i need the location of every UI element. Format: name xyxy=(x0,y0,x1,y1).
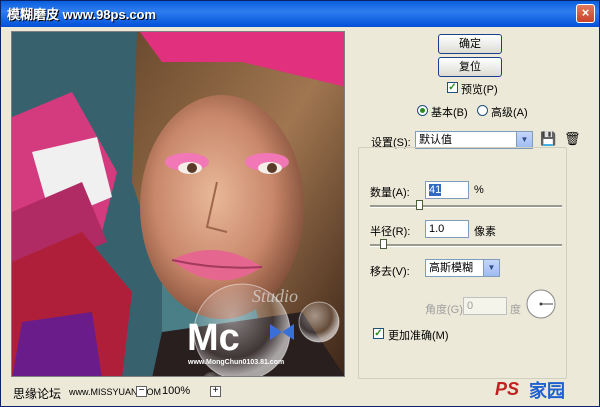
dialog-window: 模糊磨皮 www.98ps.com × Mc Studio www.MongCh… xyxy=(0,0,600,407)
advanced-label: 高级(A) xyxy=(491,107,528,119)
preview-checkbox[interactable]: ✓ xyxy=(447,82,458,93)
chevron-down-icon: ▼ xyxy=(516,132,532,148)
amount-label: 数量(A): xyxy=(370,187,410,199)
radius-input[interactable]: 1.0 xyxy=(425,220,469,238)
reset-button[interactable]: 复位 xyxy=(438,57,502,77)
zoom-in-button[interactable]: + xyxy=(210,386,221,397)
remove-label: 移去(V): xyxy=(370,266,410,278)
radius-unit: 像素 xyxy=(474,226,496,238)
ok-button[interactable]: 确定 xyxy=(438,34,502,54)
site-watermark: www.MISSYUAN.COM xyxy=(69,387,162,397)
settings-value: 默认值 xyxy=(419,134,452,146)
close-button[interactable]: × xyxy=(576,4,595,23)
amount-slider-thumb[interactable] xyxy=(416,200,423,210)
more-accurate-checkbox[interactable]: ✓ xyxy=(373,328,384,339)
watermark-logo-sub: Studio xyxy=(252,286,298,306)
basic-radio[interactable] xyxy=(417,105,428,116)
radius-slider-track[interactable] xyxy=(370,244,562,247)
trash-icon[interactable]: 🗑 xyxy=(564,131,581,147)
amount-value: 41 xyxy=(429,184,442,196)
more-accurate-label: 更加准确(M) xyxy=(388,330,449,342)
watermark-logo-url: www.MongChun0103.81.com xyxy=(187,359,284,366)
title-bar[interactable]: 模糊磨皮 www.98ps.com × xyxy=(1,1,599,27)
preview-label: 预览(P) xyxy=(461,84,498,96)
watermark-logo-main: Mc xyxy=(187,317,240,359)
amount-input[interactable]: 41 xyxy=(425,181,469,199)
preview-image[interactable]: Mc Studio www.MongChun0103.81.com xyxy=(11,31,345,377)
remove-select[interactable]: 高斯模糊 ▼ xyxy=(425,259,500,277)
close-icon: × xyxy=(581,5,590,20)
portrait-illustration: Mc Studio www.MongChun0103.81.com xyxy=(12,32,344,376)
remove-value: 高斯模糊 xyxy=(429,262,473,274)
radius-label: 半径(R): xyxy=(370,226,411,238)
angle-unit: 度 xyxy=(510,304,521,316)
window-title: 模糊磨皮 www.98ps.com xyxy=(7,7,157,22)
zoom-level: 100% xyxy=(162,385,191,397)
angle-label: 角度(G): xyxy=(425,304,466,316)
advanced-radio[interactable] xyxy=(477,105,488,116)
amount-unit: % xyxy=(474,184,484,196)
angle-input[interactable]: 0 xyxy=(463,297,507,315)
ps-brand: PS xyxy=(495,379,520,399)
amount-slider-track[interactable] xyxy=(370,205,562,208)
basic-label: 基本(B) xyxy=(431,107,468,119)
ps-suffix: 家园 xyxy=(529,381,565,401)
chevron-down-icon: ▼ xyxy=(483,260,499,276)
zoom-out-button[interactable]: − xyxy=(136,386,147,397)
radius-slider-thumb[interactable] xyxy=(380,239,387,249)
forum-watermark: 思缘论坛 xyxy=(13,387,62,401)
angle-dial[interactable] xyxy=(525,288,557,320)
save-preset-icon[interactable]: 💾 xyxy=(540,131,556,147)
